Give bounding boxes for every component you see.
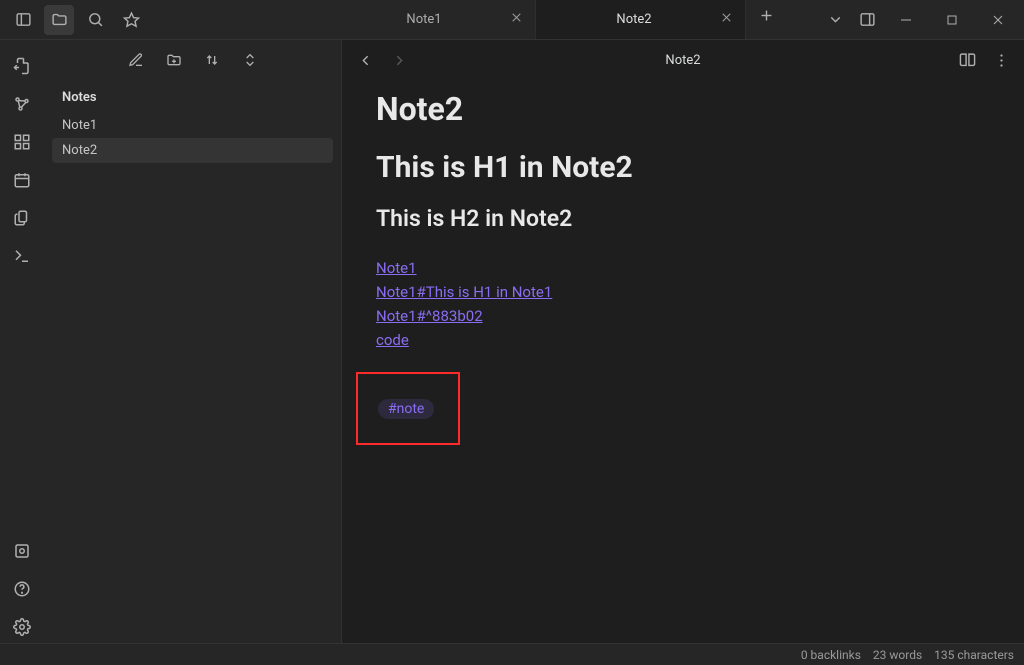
highlight-annotation: #note xyxy=(356,372,460,445)
tabs-container: Note1 Note2 xyxy=(326,0,786,39)
heading-1: This is H1 in Note2 xyxy=(376,150,990,185)
command-palette-icon[interactable] xyxy=(6,240,38,272)
nav-back-icon[interactable] xyxy=(350,45,380,75)
right-sidebar-toggle-icon[interactable] xyxy=(852,5,882,35)
file-item-note1[interactable]: Note1 xyxy=(52,113,333,138)
window-close-button[interactable] xyxy=(976,0,1020,40)
tab-list-dropdown-icon[interactable] xyxy=(820,5,850,35)
titlebar-left xyxy=(0,0,146,39)
templates-icon[interactable] xyxy=(6,202,38,234)
settings-icon[interactable] xyxy=(6,611,38,643)
new-tab-button[interactable] xyxy=(746,0,786,30)
tab-label: Note2 xyxy=(556,12,712,27)
titlebar-right xyxy=(820,0,1024,39)
status-characters[interactable]: 135 characters xyxy=(934,648,1014,662)
note-content[interactable]: Note2 This is H1 in Note2 This is H2 in … xyxy=(342,80,1024,465)
internal-link-code[interactable]: code xyxy=(376,328,409,352)
note-title: Note2 xyxy=(376,90,990,128)
status-words[interactable]: 23 words xyxy=(873,648,922,662)
tab-note2[interactable]: Note2 xyxy=(536,0,746,39)
file-list: Note1 Note2 xyxy=(44,113,341,163)
left-ribbon xyxy=(0,40,44,643)
search-icon[interactable] xyxy=(80,5,110,35)
close-icon[interactable] xyxy=(510,11,523,28)
graph-view-icon[interactable] xyxy=(6,88,38,120)
nav-forward-icon[interactable] xyxy=(384,45,414,75)
canvas-icon[interactable] xyxy=(6,126,38,158)
sidebar-section-title: Notes xyxy=(44,80,341,113)
main-area: Notes Note1 Note2 Note2 xyxy=(0,40,1024,643)
titlebar: Note1 Note2 xyxy=(0,0,1024,40)
file-item-note2[interactable]: Note2 xyxy=(52,138,333,163)
editor-title: Note2 xyxy=(414,53,952,68)
internal-block-link[interactable]: Note1#^883b02 xyxy=(376,304,483,328)
tag-note[interactable]: #note xyxy=(378,399,434,419)
window-minimize-button[interactable] xyxy=(884,0,928,40)
left-sidebar-toggle-icon[interactable] xyxy=(8,5,38,35)
file-explorer: Notes Note1 Note2 xyxy=(44,40,342,643)
new-note-icon[interactable] xyxy=(122,46,150,74)
close-icon[interactable] xyxy=(720,11,733,28)
reading-view-icon[interactable] xyxy=(952,45,982,75)
editor-header: Note2 xyxy=(342,40,1024,80)
internal-link[interactable]: Note1 xyxy=(376,256,417,280)
window-maximize-button[interactable] xyxy=(930,0,974,40)
heading-2: This is H2 in Note2 xyxy=(376,205,990,232)
new-folder-icon[interactable] xyxy=(160,46,188,74)
sort-icon[interactable] xyxy=(198,46,226,74)
status-bar: 0 backlinks 23 words 135 characters xyxy=(0,643,1024,665)
sidebar-toolbar xyxy=(44,40,341,80)
tab-label: Note1 xyxy=(346,12,502,27)
daily-note-icon[interactable] xyxy=(6,164,38,196)
bookmarks-icon[interactable] xyxy=(116,5,146,35)
more-options-icon[interactable] xyxy=(986,45,1016,75)
collapse-expand-icon[interactable] xyxy=(236,46,264,74)
links-block: Note1 Note1#This is H1 in Note1 Note1#^8… xyxy=(376,256,990,352)
internal-heading-link[interactable]: Note1#This is H1 in Note1 xyxy=(376,280,552,304)
tab-note1[interactable]: Note1 xyxy=(326,0,536,39)
editor-pane: Note2 Note2 This is H1 in Note2 This is … xyxy=(342,40,1024,643)
status-backlinks[interactable]: 0 backlinks xyxy=(801,648,861,662)
help-icon[interactable] xyxy=(6,573,38,605)
quick-switcher-icon[interactable] xyxy=(6,50,38,82)
vault-icon[interactable] xyxy=(6,535,38,567)
files-icon[interactable] xyxy=(44,5,74,35)
